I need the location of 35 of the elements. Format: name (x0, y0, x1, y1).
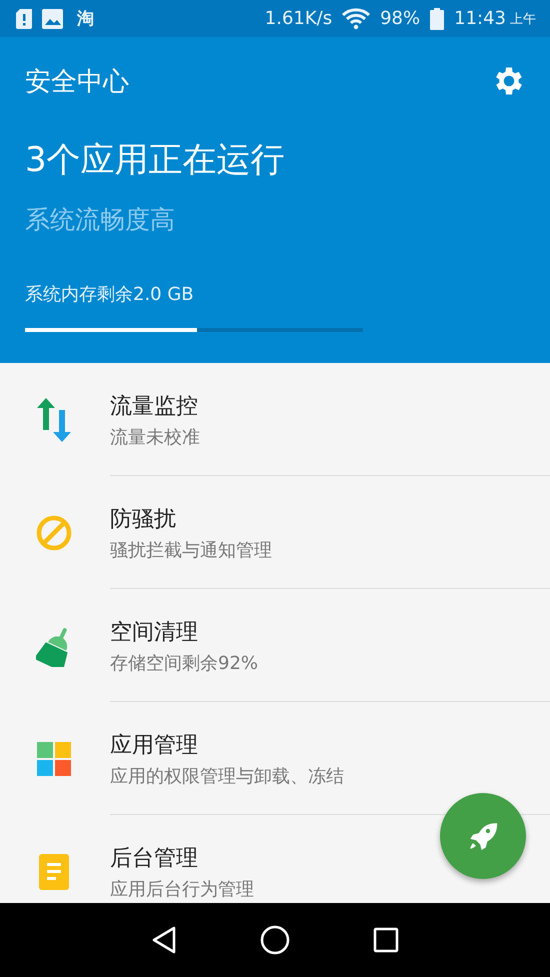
item-subtitle: 存储空间剩余92% (110, 652, 258, 674)
home-icon[interactable] (260, 925, 290, 955)
running-apps-headline: 3个应用正在运行 (25, 139, 286, 182)
up-down-arrows-icon (37, 398, 71, 442)
item-title: 流量监控 (110, 392, 199, 420)
memory-label: 系统内存剩余2.0 GB (25, 283, 195, 306)
clock: 11:43 (454, 8, 506, 29)
item-subtitle: 应用的权限管理与卸载、冻结 (110, 764, 344, 788)
battery-icon (430, 8, 444, 30)
feature-item[interactable]: 空间清理 存储空间剩余92% (0, 589, 550, 702)
document-icon (39, 854, 69, 890)
boost-button[interactable] (440, 793, 526, 879)
app-title: 安全中心 (25, 66, 129, 98)
battery-percent: 98% (380, 8, 420, 29)
item-title: 后台管理 (110, 844, 199, 872)
app-grid-icon (37, 742, 71, 776)
item-title: 防骚扰 (110, 506, 177, 534)
item-subtitle: 流量未校准 (110, 426, 200, 448)
clock-period: 上午 (510, 10, 536, 28)
item-subtitle: 骚扰拦截与通知管理 (110, 538, 272, 562)
feature-item[interactable]: 防骚扰 骚扰拦截与通知管理 (0, 476, 550, 589)
block-icon (36, 514, 72, 550)
back-icon[interactable] (151, 926, 178, 954)
item-title: 空间清理 (110, 618, 199, 646)
recents-icon[interactable] (372, 927, 399, 953)
feature-item[interactable]: 流量监控 流量未校准 (0, 363, 550, 476)
wifi-icon (342, 8, 370, 30)
image-icon (42, 8, 63, 28)
sim-alert-icon (16, 8, 32, 28)
system-status: 系统流畅度高 (25, 204, 176, 236)
item-subtitle: 应用后台行为管理 (110, 878, 254, 900)
feature-item[interactable]: 应用管理 应用的权限管理与卸载、冻结 (0, 702, 550, 815)
network-speed: 1.61K/s (264, 8, 332, 29)
app-notification-label: 淘 (77, 8, 94, 30)
item-title: 应用管理 (110, 732, 199, 760)
